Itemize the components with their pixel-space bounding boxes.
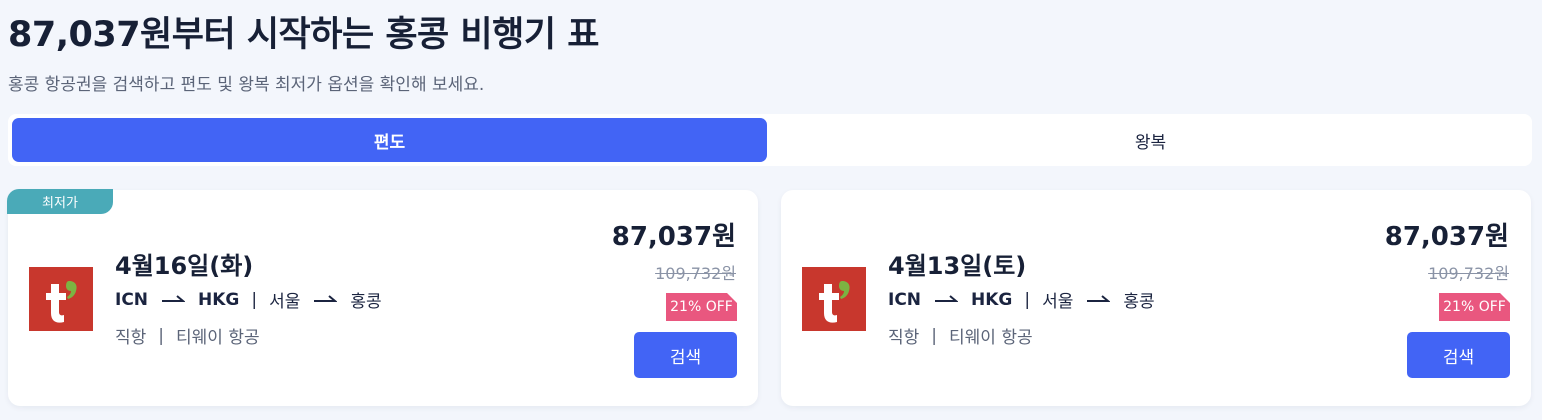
discount-label: 21% OFF (1443, 299, 1506, 315)
discount-badge: 21% OFF (666, 293, 737, 321)
flight-route: ICN HKG | 서울 홍콩 (888, 287, 1155, 313)
page-title: 87,037원부터 시작하는 홍콩 비행기 표 (8, 15, 599, 55)
price: 87,037원 (1384, 222, 1509, 252)
discount-badge: 21% OFF (1439, 293, 1510, 321)
tab-round-trip[interactable]: 왕복 (773, 118, 1528, 162)
flight-card[interactable]: 4월13일(토) ICN HKG | 서울 홍콩 직항 | 티웨이 항공 87,… (781, 190, 1531, 406)
search-button[interactable]: 검색 (634, 332, 737, 378)
arrow-right-icon (314, 294, 338, 302)
airline-logo (802, 267, 866, 331)
origin-code: ICN (888, 289, 922, 310)
route-separator: | (251, 289, 258, 310)
tab-one-way[interactable]: 편도 (12, 118, 767, 162)
route-separator: | (1024, 289, 1031, 310)
info-separator: | (158, 325, 165, 346)
page-subtitle: 홍콩 항공권을 검색하고 편도 및 왕복 최저가 옵션을 확인해 보세요. (8, 75, 485, 95)
flight-route: ICN HKG | 서울 홍콩 (115, 287, 382, 313)
airline-logo (29, 267, 93, 331)
flight-type: 직항 (115, 328, 147, 348)
flight-info: 직항 | 티웨이 항공 (115, 323, 260, 349)
origin-code: ICN (115, 289, 149, 310)
tway-logo-icon (29, 267, 93, 331)
airline-name: 티웨이 항공 (176, 328, 260, 348)
price: 87,037원 (611, 222, 736, 252)
original-price: 109,732원 (1428, 264, 1509, 283)
flight-type: 직항 (888, 328, 920, 348)
flight-card[interactable]: 최저가 4월16일(화) ICN HKG | 서울 홍콩 직항 | 티웨이 항공… (7, 189, 758, 406)
search-button[interactable]: 검색 (1407, 332, 1510, 378)
original-price: 109,732원 (655, 264, 736, 283)
lowest-price-badge: 최저가 (7, 189, 113, 214)
departure-date: 4월13일(토) (888, 252, 1027, 280)
flight-info: 직항 | 티웨이 항공 (888, 323, 1033, 349)
tway-logo-icon (802, 267, 866, 331)
airline-name: 티웨이 항공 (949, 328, 1033, 348)
arrow-right-icon (935, 294, 959, 302)
destination-code: HKG (198, 289, 240, 310)
origin-city: 서울 (1042, 292, 1074, 312)
info-separator: | (931, 325, 938, 346)
destination-code: HKG (971, 289, 1013, 310)
destination-city: 홍콩 (350, 292, 382, 312)
trip-type-tabs: 편도 왕복 (8, 114, 1532, 166)
arrow-right-icon (162, 294, 186, 302)
arrow-right-icon (1087, 294, 1111, 302)
discount-label: 21% OFF (670, 299, 733, 315)
departure-date: 4월16일(화) (115, 252, 254, 280)
origin-city: 서울 (269, 292, 301, 312)
destination-city: 홍콩 (1123, 292, 1155, 312)
